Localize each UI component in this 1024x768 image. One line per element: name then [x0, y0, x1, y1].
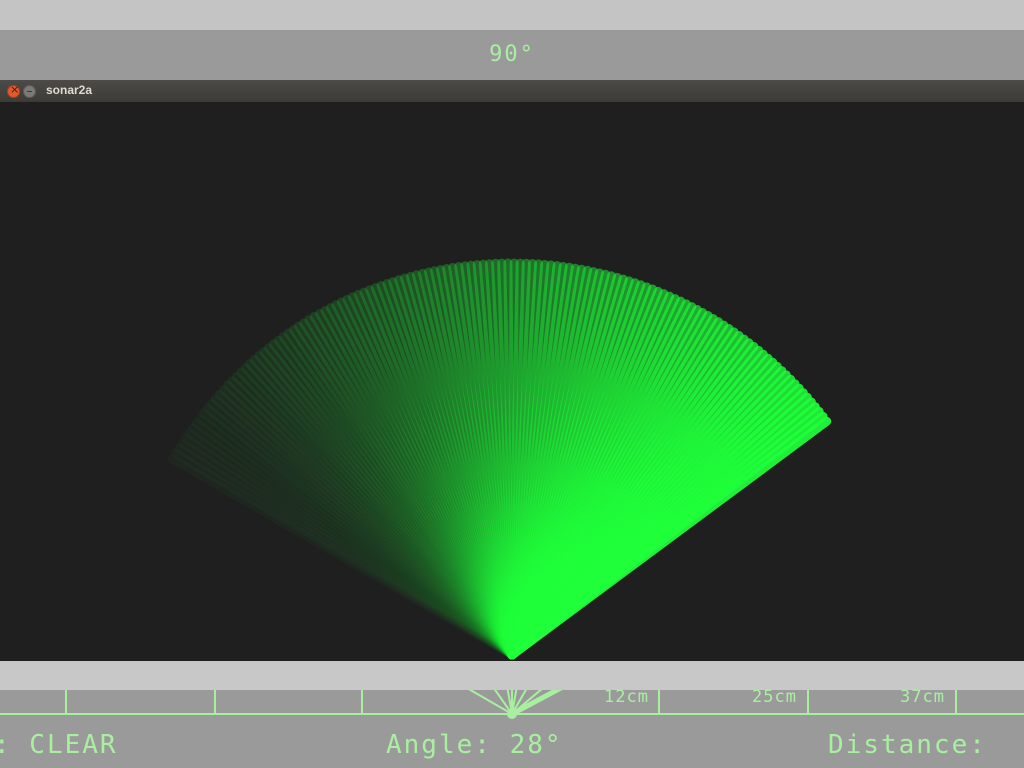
window-title: sonar2a — [46, 83, 93, 97]
range-label-37: 37cm — [900, 687, 945, 707]
distance-readout: Distance: — [828, 730, 987, 760]
gray-divider-bar — [0, 661, 1024, 690]
minimize-icon[interactable] — [23, 85, 36, 98]
close-icon[interactable] — [7, 83, 20, 98]
range-label-25: 25cm — [752, 687, 797, 707]
status-readout: : CLEAR — [0, 730, 118, 760]
window-titlebar[interactable]: sonar2a — [0, 80, 1024, 102]
sonar-sweep — [195, 258, 832, 660]
sonar-window: sonar2a — [0, 80, 1024, 661]
range-label-12: 12cm — [604, 687, 649, 707]
bottom-radar-panel: 12cm 25cm 37cm : CLEAR Angle: 28° Distan… — [0, 687, 1024, 768]
sonar-canvas — [0, 102, 1024, 661]
origin-dot — [507, 709, 517, 719]
top-angle-readout: 90° — [489, 42, 535, 67]
top-strip — [0, 0, 1024, 30]
angle-readout: Angle: 28° — [386, 730, 563, 760]
